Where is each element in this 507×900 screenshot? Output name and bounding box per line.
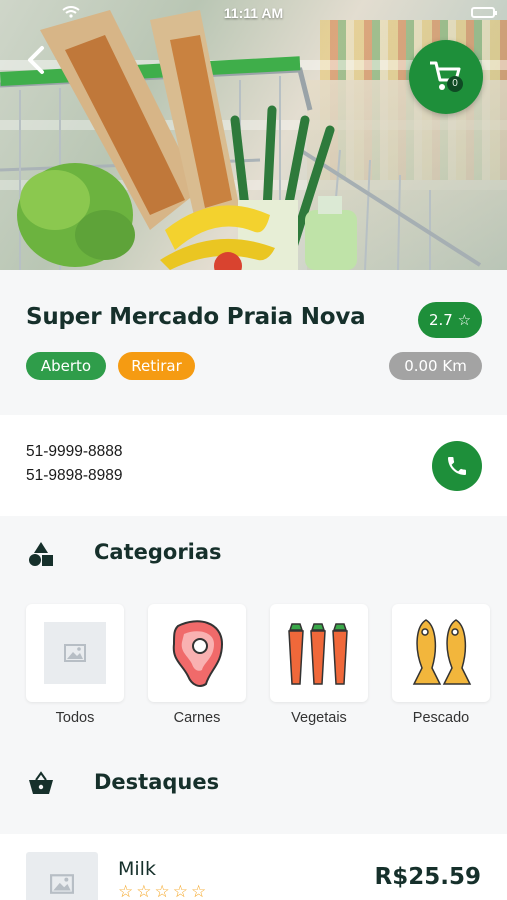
categories-header: Categorias	[0, 533, 507, 573]
featured-header: Destaques	[0, 763, 507, 803]
call-button[interactable]	[432, 441, 482, 491]
section-title: Destaques	[94, 770, 220, 794]
image-placeholder-icon	[64, 644, 86, 662]
rating-badge: 2.7 ☆	[418, 302, 482, 338]
distance-badge: 0.00 Km	[389, 352, 482, 380]
status-badge: Aberto	[26, 352, 106, 380]
cart-button[interactable]: 0	[409, 40, 483, 114]
basket-icon	[29, 771, 53, 794]
category-card-pescado[interactable]	[392, 604, 490, 702]
phone-number: 51-9898-8989	[26, 467, 123, 484]
category-card-vegetais[interactable]	[270, 604, 368, 702]
back-button[interactable]	[22, 42, 52, 78]
cart-count-badge: 0	[447, 76, 463, 92]
product-card[interactable]: Milk ☆☆☆☆☆ R$25.59	[0, 834, 507, 900]
product-price: R$25.59	[374, 864, 481, 890]
contact-section: 51-9999-8888 51-9898-8989	[0, 415, 507, 516]
star-rating: ☆☆☆☆☆	[118, 882, 210, 900]
shopping-cart-illustration	[0, 10, 482, 270]
phone-icon	[448, 457, 466, 475]
category-card-todos[interactable]	[26, 604, 124, 702]
product-image	[26, 852, 98, 900]
steak-icon	[172, 620, 224, 687]
hero-image: 11:11 AM 0	[0, 0, 507, 270]
category-label: Carnes	[173, 710, 221, 726]
store-info: Super Mercado Praia Nova 2.7 ☆ Aberto Re…	[0, 270, 507, 415]
category-label: Vegetais	[291, 710, 347, 726]
delivery-mode-badge: Retirar	[118, 352, 195, 380]
fish-icon	[412, 619, 472, 685]
store-name: Super Mercado Praia Nova	[26, 304, 366, 330]
product-name: Milk	[118, 858, 156, 880]
battery-icon	[471, 7, 497, 18]
category-card-carnes[interactable]	[148, 604, 246, 702]
wifi-icon	[62, 6, 80, 18]
chevron-left-icon	[28, 46, 44, 74]
image-placeholder	[44, 622, 106, 684]
category-label: Todos	[55, 710, 95, 726]
section-title: Categorias	[94, 540, 222, 564]
carrots-icon	[288, 623, 348, 685]
phone-number: 51-9999-8888	[26, 443, 123, 460]
image-placeholder-icon	[50, 874, 74, 894]
shapes-icon	[29, 542, 53, 566]
category-label: Pescado	[412, 710, 470, 726]
